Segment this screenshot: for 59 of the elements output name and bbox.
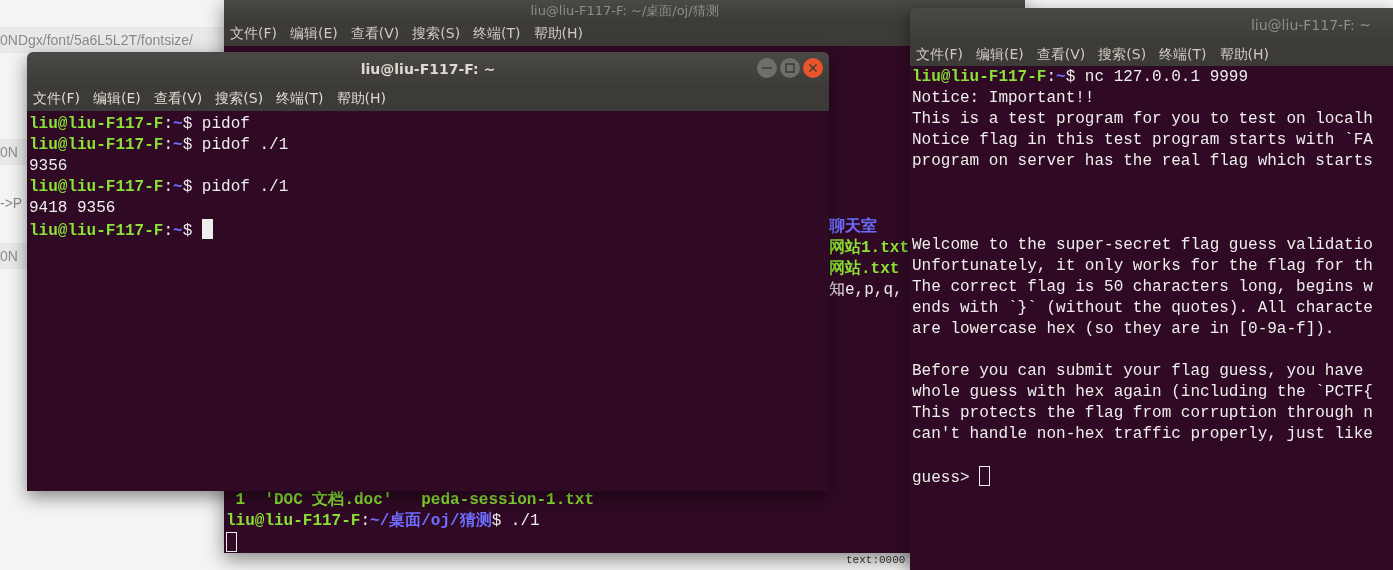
menu-item[interactable]: 查看(V) [153,88,203,109]
menu-item[interactable]: 帮助(H) [336,88,387,109]
terminal-line: 网站1.txt [829,238,909,259]
terminal-line: 知e,p,q, [829,280,903,301]
terminal-line: liu@liu-F117-F:~$ pidof ./1 [29,177,289,198]
page-text-fragment: 0N [0,143,18,162]
terminal-line: This protects the flag from corruption through n [912,403,1373,424]
terminal-line: liu@liu-F117-F:~/桌面/oj/猜测$ ./1 [226,511,540,532]
minimize-icon [761,67,773,69]
terminal-line: 9356 [29,156,68,177]
terminal-line: 聊天室 [829,217,877,238]
terminal-line: Unfortunately, it only works for the flag for th [912,256,1373,277]
terminal-line: Notice flag in this test program starts with `FA [912,130,1373,151]
menu-item[interactable]: 编辑(E) [290,23,338,44]
page-text-fragment: text:0000 [846,553,906,567]
terminal-line: 9418 9356 [29,198,116,219]
terminal-line: liu@liu-F117-F:~$ pidof [29,114,250,135]
menu-item[interactable]: 终端(T) [276,88,324,109]
terminal-line: liu@liu-F117-F:~$ nc 127.0.0.1 9999 [912,67,1249,88]
terminal-line: whole guess with hex again (including the `PCTF{ [912,382,1373,403]
menu-item[interactable]: 文件(F) [916,43,963,65]
menu-item[interactable]: 编辑(E) [976,43,1024,65]
menu-item[interactable]: 终端(T) [473,23,521,44]
maximize-button[interactable] [780,58,800,78]
menu-item[interactable]: 搜索(S) [215,88,264,109]
page-text-fragment: 0N [0,247,18,266]
terminal-line: 1 'DOC 文档.doc' peda-session-1.txt [234,490,595,511]
close-button[interactable] [803,58,823,78]
terminal-line: Before you can submit your flag guess, you have [912,361,1364,382]
window-title: liu@liu-F117-F: ~ [1250,15,1371,35]
maximize-icon [785,63,795,73]
terminal-line: liu@liu-F117-F:~$ [29,219,213,240]
terminal-line: Welcome to the super-secret flag guess validatio [912,235,1373,256]
window-title: liu@liu-F117-F: ~/桌面/oj/猜测 [530,1,719,20]
menu-item[interactable]: 帮助(H) [533,23,584,44]
close-icon [808,63,818,73]
terminal-line: 网站.txt [829,259,900,280]
terminal-line: Notice: Important!! [912,88,1095,109]
terminal-line: This is a test program for you to test on localh [912,109,1373,130]
menu-item[interactable]: 查看(V) [350,23,400,44]
menu-item[interactable]: 文件(F) [33,88,80,109]
menu-item[interactable]: 文件(F) [230,23,277,44]
page-text-fragment: 0NDgx/font/5a6L5L2T/fontsize/ [0,31,193,50]
terminal-line: program on server has the real flag which starts [912,151,1373,172]
prompt-text: guess> [912,469,971,487]
terminal-line: liu@liu-F117-F:~$ pidof ./1 [29,135,289,156]
terminal-line: The correct flag is 50 characters long, begins w [912,277,1373,298]
minimize-button[interactable] [757,58,777,78]
terminal-line: are lowercase hex (so they are in [0-9a-f]). [912,319,1335,340]
menu-item[interactable]: 编辑(E) [93,88,141,109]
terminal-line: ends with `}` (without the quotes). All characte [912,298,1373,319]
menu-item[interactable]: 搜索(S) [1098,43,1147,65]
menu-item[interactable]: 查看(V) [1036,43,1086,65]
page-text-fragment: ->P [0,194,23,213]
window-title: liu@liu-F117-F: ~ [360,59,496,79]
terminal-line: can't handle non-hex traffic properly, just like [912,424,1373,445]
menu-item[interactable]: 搜索(S) [412,23,461,44]
menu-item[interactable]: 终端(T) [1159,43,1207,65]
menu-item[interactable]: 帮助(H) [1219,43,1270,65]
